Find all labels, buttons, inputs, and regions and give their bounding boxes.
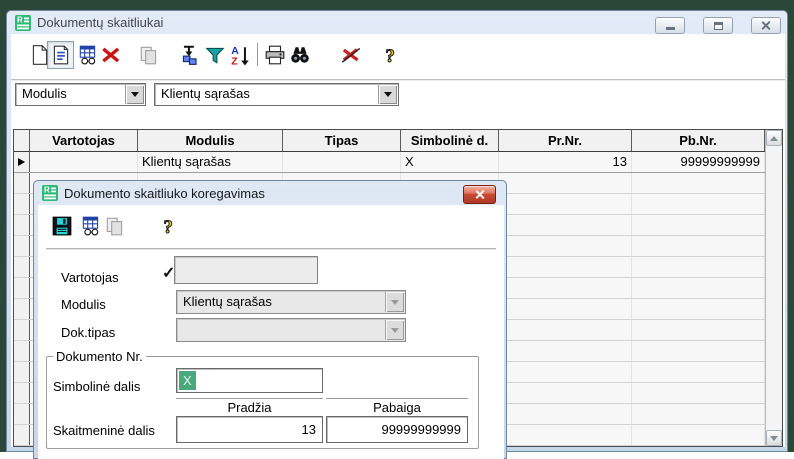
arrow-up-icon [770, 136, 778, 141]
browse-records-icon[interactable] [77, 44, 99, 66]
copy-record-icon[interactable] [104, 215, 126, 237]
dialog-client-area: ? Vartotojas ✓ Modulis Klientų sąrašas D… [38, 205, 504, 459]
table-row[interactable]: Klientų sąrašas X 13 99999999999 [14, 152, 782, 173]
cell-pb-nr[interactable]: 99999999999 [632, 152, 765, 172]
groupbox-title: Dokumento Nr. [53, 349, 146, 364]
skaitmenine-start-input[interactable]: 13 [176, 416, 323, 443]
chevron-down-icon[interactable] [378, 85, 397, 104]
column-header[interactable]: Modulis [138, 130, 283, 151]
find-icon[interactable] [289, 44, 311, 66]
module-value: Klientų sąrašas [161, 86, 250, 101]
column-header[interactable]: Vartotojas [30, 130, 138, 151]
dok-tipas-combobox[interactable] [176, 318, 406, 342]
clear-filter-icon[interactable] [340, 44, 362, 66]
cell-simboline[interactable]: X [401, 152, 499, 172]
column-header[interactable]: Simbolinė d. [401, 130, 499, 151]
close-icon [761, 20, 772, 31]
grid-corner-cell [14, 130, 30, 151]
dialog-title: Dokumento skaitliuko koregavimas [64, 186, 265, 201]
pradzia-header: Pradžia [176, 398, 323, 415]
pabaiga-header: Pabaiga [326, 398, 468, 415]
svg-text:?: ? [386, 46, 395, 66]
vartotojas-label: Vartotojas [61, 270, 119, 285]
close-button[interactable] [751, 17, 781, 34]
modulis-label: Modulis [61, 297, 106, 312]
window-title: Dokumentų skaitliukai [37, 15, 163, 30]
scroll-up-button[interactable] [766, 130, 782, 146]
cell-vartotojas[interactable] [30, 152, 138, 172]
modulis-value: Klientų sąrašas [183, 294, 272, 309]
maximize-button[interactable] [703, 17, 733, 34]
simboline-label: Simbolinė dalis [53, 379, 140, 394]
browse-records-icon[interactable] [80, 215, 102, 237]
cell-pr-nr[interactable]: 13 [499, 152, 632, 172]
current-row-indicator [14, 152, 30, 172]
edit-dialog-window: R Dokumento skaitliuko koregavimas ? Var… [33, 180, 507, 459]
sort-az-icon[interactable]: AZ [229, 44, 251, 66]
row-pointer-icon [18, 158, 25, 166]
column-header[interactable]: Tipas [283, 130, 401, 151]
scroll-down-button[interactable] [766, 430, 782, 446]
chevron-down-icon [385, 320, 404, 340]
field-selector-value: Modulis [22, 86, 67, 101]
field-selector-combobox[interactable]: Modulis [15, 83, 146, 106]
window-controls [655, 17, 781, 34]
chevron-down-icon [385, 292, 404, 312]
dialog-titlebar[interactable]: R Dokumento skaitliuko koregavimas [34, 181, 506, 205]
new-document-icon[interactable] [29, 44, 51, 66]
close-icon [474, 189, 485, 200]
help-icon[interactable]: ? [158, 215, 180, 237]
svg-text:?: ? [164, 217, 173, 237]
vartotojas-field[interactable] [174, 256, 318, 284]
column-header[interactable]: Pb.Nr. [632, 130, 765, 151]
toolbar-groove [11, 79, 785, 81]
skaitmenine-label: Skaitmeninė dalis [53, 423, 155, 438]
minimize-button[interactable] [655, 17, 685, 34]
dok-tipas-label: Dok.tipas [61, 325, 115, 340]
print-icon[interactable] [264, 44, 286, 66]
cell-tipas[interactable] [283, 152, 401, 172]
main-titlebar[interactable]: R Dokumentų skaitliukai [7, 11, 787, 34]
delete-record-icon[interactable] [100, 44, 122, 66]
arrow-down-icon [770, 436, 778, 441]
svg-text:R: R [44, 186, 50, 195]
dialog-toolbar-separator [46, 248, 496, 250]
column-header[interactable]: Pr.Nr. [499, 130, 632, 151]
svg-text:Z: Z [231, 56, 238, 66]
grid-header-row: Vartotojas Modulis Tipas Simbolinė d. Pr… [14, 130, 782, 152]
module-value-combobox[interactable]: Klientų sąrašas [154, 83, 399, 106]
chevron-down-icon[interactable] [125, 85, 144, 104]
cell-modulis[interactable]: Klientų sąrašas [138, 152, 283, 172]
locate-record-icon[interactable] [179, 44, 201, 66]
help-icon[interactable]: ? [380, 44, 402, 66]
simboline-selected-text: X [179, 371, 196, 390]
copy-record-icon[interactable] [138, 44, 160, 66]
app-icon: R [15, 15, 31, 31]
modulis-combobox[interactable]: Klientų sąrašas [176, 290, 406, 314]
maximize-icon [714, 22, 723, 30]
app-icon: R [42, 185, 58, 201]
simboline-input[interactable]: X [176, 368, 323, 393]
dialog-close-button[interactable] [463, 185, 496, 204]
vertical-scrollbar[interactable] [765, 130, 782, 446]
minimize-icon [666, 27, 675, 30]
save-icon[interactable] [51, 215, 73, 237]
filter-icon[interactable] [204, 44, 226, 66]
desktop: R Dokumentų skaitliukai [0, 0, 794, 459]
edit-document-icon[interactable] [50, 44, 72, 66]
svg-text:R: R [17, 15, 23, 24]
toolbar-separator [257, 43, 258, 66]
skaitmenine-end-input[interactable]: 99999999999 [326, 416, 468, 443]
svg-text:A: A [231, 46, 239, 57]
